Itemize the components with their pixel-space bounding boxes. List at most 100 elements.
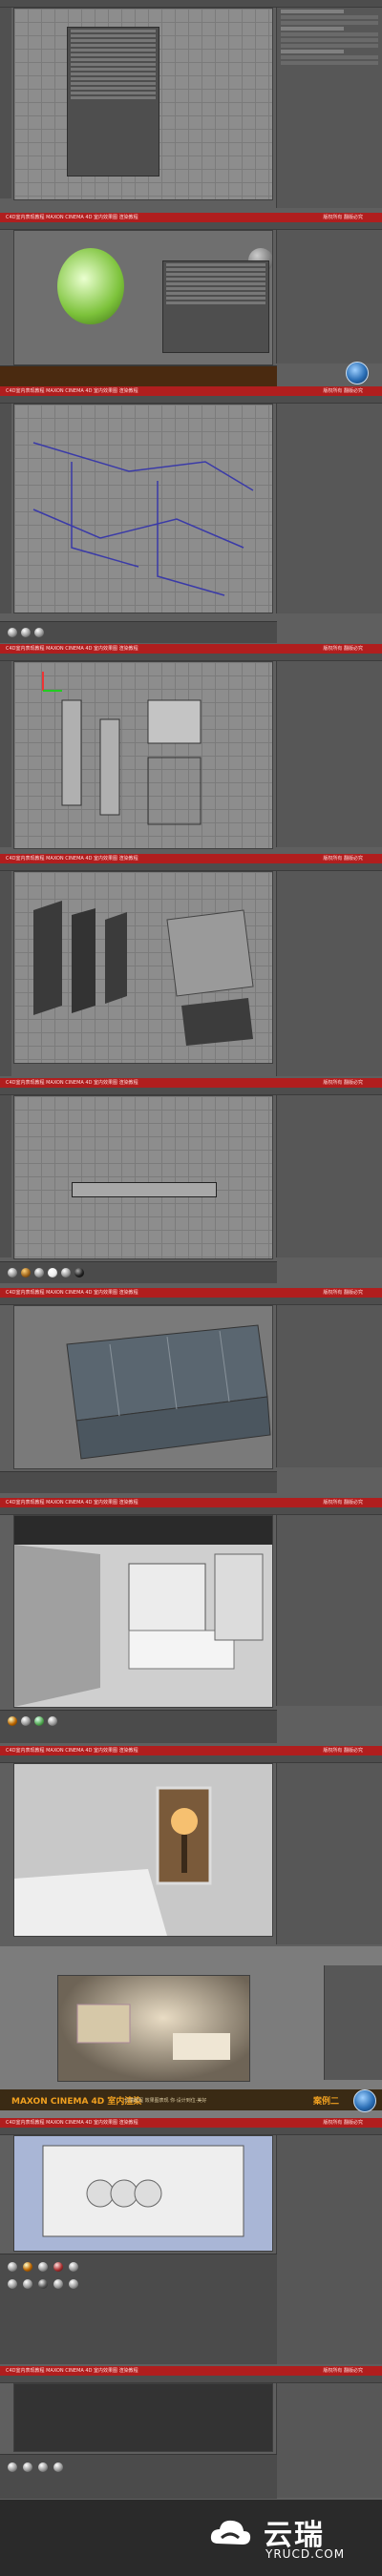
attributes-panel[interactable] (276, 1095, 382, 1257)
material-manager[interactable] (0, 1471, 277, 1493)
banner-text: C4D室内表现教程 MAXON CINEMA 4D 室内效果图 渲染教程 (6, 2120, 138, 2126)
viewport[interactable] (13, 661, 273, 849)
material-swatch[interactable] (8, 2262, 17, 2272)
material-manager[interactable] (0, 621, 277, 643)
material-swatch[interactable] (23, 2462, 32, 2472)
menu-bar[interactable] (0, 863, 382, 871)
left-toolbar[interactable] (0, 1095, 11, 1257)
screenshot-panel-9 (0, 1755, 382, 1946)
left-toolbar[interactable] (0, 871, 11, 1076)
material-swatch[interactable] (69, 2262, 78, 2272)
viewport[interactable] (13, 2135, 273, 2252)
wall-plan (42, 672, 202, 825)
attributes-panel[interactable] (276, 661, 382, 847)
menu-bar[interactable] (0, 1088, 382, 1095)
viewport[interactable] (13, 1305, 273, 1469)
material-swatch[interactable] (23, 2262, 32, 2272)
left-toolbar[interactable] (0, 661, 11, 847)
material-swatch[interactable] (48, 1268, 57, 1278)
attributes-panel[interactable] (276, 2135, 382, 2364)
material-swatch[interactable] (53, 2262, 63, 2272)
material-swatch[interactable] (23, 2279, 32, 2289)
banner-right-text: 版权所有 翻版必究 (323, 215, 363, 220)
material-swatch[interactable] (34, 628, 44, 637)
attributes-panel[interactable] (276, 1515, 382, 1706)
tutorial-banner: C4D室内表现教程 MAXON CINEMA 4D 室内效果图 渲染教程 版权所有… (0, 854, 382, 863)
material-manager[interactable] (0, 2454, 277, 2499)
menu-bar[interactable] (0, 2128, 382, 2135)
menu-bar[interactable] (0, 1507, 382, 1515)
screenshot-panel-6 (0, 1088, 382, 1288)
sofa-model (66, 1324, 271, 1460)
menu-bar[interactable] (0, 396, 382, 404)
material-manager[interactable] (0, 1710, 277, 1743)
attributes-panel[interactable] (276, 1763, 382, 1944)
attributes-panel[interactable] (276, 8, 382, 208)
material-manager[interactable] (0, 1261, 277, 1283)
tutorial-banner: C4D室内表现教程 MAXON CINEMA 4D 室内效果图 渲染教程 版权所有… (0, 1288, 382, 1298)
brand-domain: YRUCD.COM (265, 2547, 346, 2561)
material-swatch[interactable] (8, 1268, 17, 1278)
tutorial-banner: C4D室内表现教程 MAXON CINEMA 4D 室内效果图 渲染教程 版权所有… (0, 386, 382, 396)
settings-dialog[interactable] (67, 27, 159, 177)
banner-right-text: 版权所有 翻版必究 (323, 1290, 363, 1296)
screenshot-panel-4 (0, 654, 382, 854)
material-swatch[interactable] (61, 1268, 71, 1278)
tutorial-banner: C4D室内表现教程 MAXON CINEMA 4D 室内效果图 渲染教程 版权所有… (0, 644, 382, 654)
material-swatch[interactable] (34, 1716, 44, 1726)
banner-text: C4D室内表现教程 MAXON CINEMA 4D 室内效果图 渲染教程 (6, 1748, 138, 1754)
menu-bar[interactable] (0, 1755, 382, 1763)
attributes-panel[interactable] (276, 2383, 382, 2498)
living-room-render (76, 2004, 230, 2060)
material-library[interactable] (0, 2254, 277, 2364)
left-toolbar[interactable] (0, 8, 11, 198)
banner-right-text: 版权所有 翻版必究 (323, 388, 363, 394)
material-swatch[interactable] (21, 628, 31, 637)
menu-bar[interactable] (0, 1298, 382, 1305)
tutorial-banner: C4D室内表现教程 MAXON CINEMA 4D 室内效果图 渲染教程 版权所有… (0, 1078, 382, 1088)
material-swatch[interactable] (34, 1268, 44, 1278)
material-swatch[interactable] (8, 628, 17, 637)
material-swatch[interactable] (21, 1268, 31, 1278)
material-swatch[interactable] (38, 2462, 48, 2472)
scene-objects-panel[interactable] (324, 1965, 382, 2080)
material-dialog[interactable] (162, 260, 269, 353)
material-swatch[interactable] (8, 2462, 17, 2472)
attributes-panel[interactable] (276, 871, 382, 1076)
attributes-panel[interactable] (276, 404, 382, 613)
viewport[interactable] (13, 1095, 273, 1259)
banner-text: C4D室内表现教程 MAXON CINEMA 4D 室内效果图 渲染教程 (6, 1080, 138, 1086)
banner-right-text: 版权所有 翻版必究 (323, 2368, 363, 2374)
banner-text: C4D室内表现教程 MAXON CINEMA 4D 室内效果图 渲染教程 (6, 856, 138, 862)
material-swatch[interactable] (8, 2279, 17, 2289)
promo-case-label: 案例二 (312, 2097, 339, 2107)
material-swatch[interactable] (21, 1716, 31, 1726)
material-swatch[interactable] (74, 1268, 84, 1278)
attributes-panel[interactable] (276, 230, 382, 364)
viewport[interactable] (13, 1515, 273, 1708)
menu-bar[interactable] (0, 0, 382, 8)
material-swatch[interactable] (8, 1716, 17, 1726)
material-swatch[interactable] (38, 2262, 48, 2272)
material-swatch[interactable] (48, 1716, 57, 1726)
material-manager[interactable] (0, 365, 277, 386)
screenshot-panel-11 (0, 2128, 382, 2366)
cinema4d-logo-icon (353, 2089, 376, 2112)
menu-bar[interactable] (0, 2376, 382, 2383)
material-swatch[interactable] (38, 2279, 48, 2289)
promo-render-panel: MAXON CINEMA 4D 室内渲染 云瑞教程 效果图表现 你·设计到位·美… (0, 1946, 382, 2118)
menu-bar[interactable] (0, 222, 382, 230)
viewport[interactable] (13, 871, 273, 1064)
left-toolbar[interactable] (0, 404, 11, 613)
menu-bar[interactable] (0, 654, 382, 661)
material-swatch[interactable] (53, 2462, 63, 2472)
material-swatch[interactable] (53, 2279, 63, 2289)
material-swatch[interactable] (69, 2279, 78, 2289)
viewport[interactable] (13, 404, 273, 613)
viewport[interactable] (13, 1763, 273, 1937)
viewport[interactable] (13, 2383, 273, 2452)
attributes-panel[interactable] (276, 1305, 382, 1467)
banner-text: C4D室内表现教程 MAXON CINEMA 4D 室内效果图 渲染教程 (6, 2368, 138, 2374)
render-preview (57, 1975, 250, 2082)
screenshot-panel-7 (0, 1298, 382, 1498)
